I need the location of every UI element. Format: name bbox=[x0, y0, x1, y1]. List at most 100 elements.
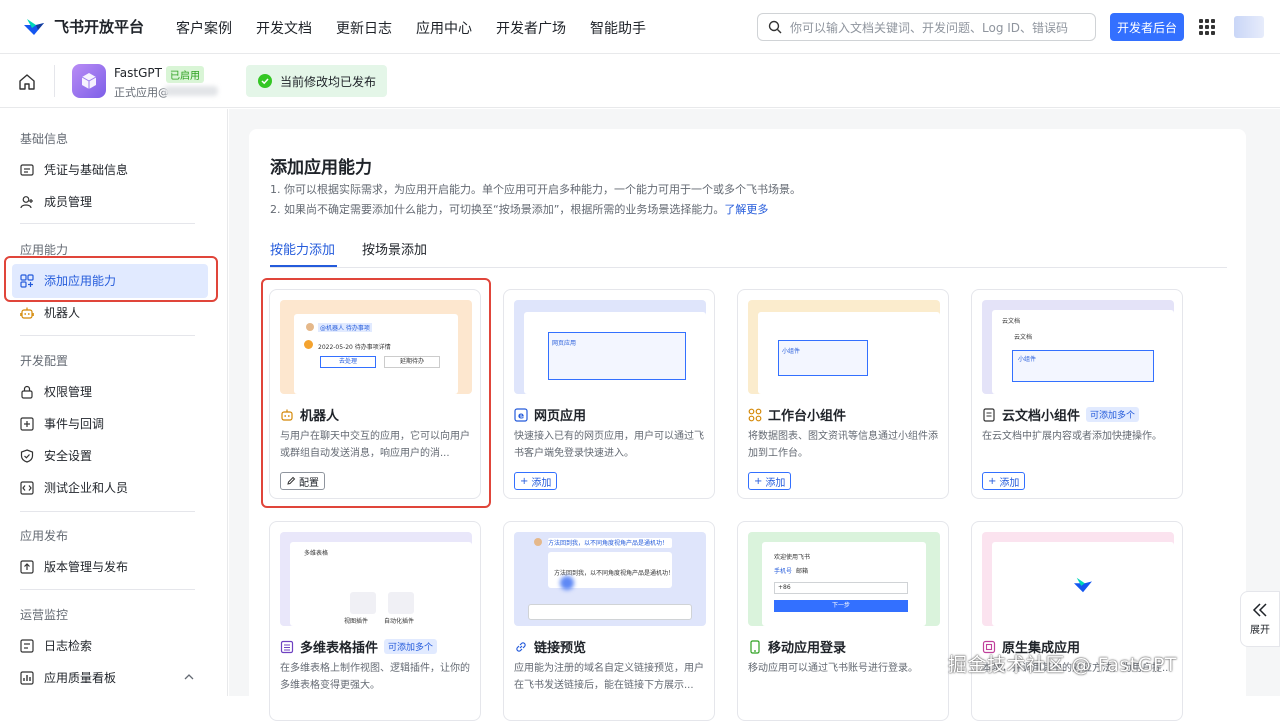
publish-status-text: 当前修改均已发布 bbox=[280, 74, 377, 89]
sidebar-item-add-capability[interactable]: 添加应用能力 bbox=[20, 272, 116, 289]
nav-cases[interactable]: 客户案例 bbox=[176, 18, 232, 38]
preview-view-plugin-tile bbox=[350, 592, 376, 614]
tab-by-scenario[interactable]: 按场景添加 bbox=[362, 239, 427, 258]
sidebar-item-label: 成员管理 bbox=[44, 195, 93, 209]
sidebar-divider bbox=[20, 511, 195, 512]
sidebar-group-monitoring: 运营监控 bbox=[20, 608, 69, 622]
nav-docs[interactable]: 开发文档 bbox=[256, 18, 312, 38]
tab-by-capability[interactable]: 按能力添加 bbox=[270, 239, 335, 258]
capability-card-mobile-login[interactable]: 欢迎使用飞书 手机号 邮箱 +86 下一步 移动应用登录 移动应用可以通过飞书账… bbox=[737, 521, 949, 721]
page-desc-line2: 2. 如果尚不确定需要添加什么能力，可切换至“按场景添加”，根据所需的业务场景选… bbox=[270, 201, 768, 217]
capability-card-workplace-widget[interactable]: 小组件 工作台小组件 将数据图表、图文资讯等信息通过小组件添加到工作台。 + 添… bbox=[737, 289, 949, 499]
sidebar-item-security[interactable]: 安全设置 bbox=[20, 447, 92, 464]
sidebar-item-label: 版本管理与发布 bbox=[44, 560, 129, 574]
card-desc: 移动应用可以通过飞书账号进行登录。 bbox=[748, 663, 918, 674]
id-card-icon bbox=[20, 163, 34, 176]
card-title: 云文档小组件 可添加多个 bbox=[982, 405, 1140, 424]
dev-console-button[interactable]: 开发者后台 bbox=[1110, 13, 1184, 41]
tab-active-indicator bbox=[270, 265, 337, 267]
preview-login-title: 欢迎使用飞书 bbox=[774, 554, 811, 561]
capability-card-base-plugin[interactable]: 多维表格 视图插件 自动化插件 多维表格插件 可添加多个 在多维表格上制作视图、… bbox=[269, 521, 481, 721]
sidebar-item-logs[interactable]: 日志检索 bbox=[20, 637, 92, 654]
dashboard-icon bbox=[20, 670, 34, 685]
watermark: 掘金技术社区 @ FastGPT bbox=[948, 654, 1178, 676]
sidebar-item-robot[interactable]: 机器人 bbox=[20, 304, 80, 321]
publish-status-banner: 当前修改均已发布 bbox=[246, 65, 387, 97]
sidebar-item-label: 凭证与基础信息 bbox=[44, 163, 129, 177]
add-web-app-button[interactable]: + 添加 bbox=[514, 472, 558, 490]
sidebar-item-test-tenants[interactable]: 测试企业和人员 bbox=[20, 479, 128, 496]
multi-add-badge: 可添加多个 bbox=[384, 639, 438, 654]
card-title-text: 工作台小组件 bbox=[768, 409, 847, 424]
web-icon: e bbox=[514, 407, 528, 422]
capability-card-native-app[interactable]: 原生集成应用 本地，并调用其中的对应方法，为用户提... bbox=[971, 521, 1183, 721]
card-title: 移动应用登录 bbox=[748, 637, 846, 656]
sidebar-item-members[interactable]: 成员管理 bbox=[20, 193, 92, 210]
sidebar-item-versions[interactable]: 版本管理与发布 bbox=[20, 558, 128, 575]
preview-widget-label: 小组件 bbox=[782, 348, 801, 355]
preview-cursor-dot bbox=[560, 576, 574, 590]
apps-grid-icon[interactable] bbox=[1199, 19, 1215, 35]
app-status-badge: 已启用 bbox=[166, 66, 204, 83]
card-desc: 应用能为注册的域名自定义链接预览，用户在飞书发送链接后，能在链接下方展示... bbox=[514, 663, 704, 691]
nav-changelog[interactable]: 更新日志 bbox=[336, 18, 392, 38]
plus-icon: + bbox=[988, 475, 997, 487]
nav-dev-square[interactable]: 开发者广场 bbox=[496, 18, 566, 38]
add-doc-widget-button[interactable]: + 添加 bbox=[982, 472, 1026, 490]
header-divider bbox=[54, 65, 55, 97]
test-icon bbox=[20, 480, 34, 495]
sidebar-item-label: 安全设置 bbox=[44, 449, 93, 463]
link-preview-image: 方法回到我，以不同角度视角产品是通机功！ 方法回到我，以不同角度视角产品是通机功… bbox=[514, 532, 706, 626]
sidebar-item-label: 应用质量看板 bbox=[44, 671, 117, 685]
add-button-label: 添加 bbox=[765, 477, 786, 489]
capability-card-link-preview[interactable]: 方法回到我，以不同角度视角产品是通机功！ 方法回到我，以不同角度视角产品是通机功… bbox=[503, 521, 715, 721]
preview-link-banner: 方法回到我，以不同角度视角产品是通机功！ bbox=[548, 538, 672, 548]
check-circle-icon bbox=[258, 74, 272, 88]
card-desc: 在云文档中扩展内容或者添加快捷操作。 bbox=[982, 431, 1162, 442]
sidebar-item-credentials[interactable]: 凭证与基础信息 bbox=[20, 161, 128, 178]
sidebar-item-label: 机器人 bbox=[44, 306, 81, 320]
preview-avatar bbox=[534, 538, 542, 546]
sidebar-item-label: 测试企业和人员 bbox=[44, 481, 129, 495]
top-navbar: 飞书开放平台 客户案例 开发文档 更新日志 应用中心 开发者广场 智能助手 你可… bbox=[0, 0, 1280, 54]
card-desc: 在多维表格上制作视图、逻辑插件，让你的多维表格变得更强大。 bbox=[280, 663, 470, 691]
capability-tabs: 按能力添加 按场景添加 bbox=[270, 239, 1227, 268]
capability-card-doc-widget[interactable]: 云文档 云文档 小组件 云文档小组件 可添加多个 在云文档中扩展内容或者添加快捷… bbox=[971, 289, 1183, 499]
mobile-login-preview-image: 欢迎使用飞书 手机号 邮箱 +86 下一步 bbox=[748, 532, 940, 626]
redacted-app-id bbox=[164, 86, 218, 96]
cube-icon bbox=[81, 73, 97, 89]
preview-table-header: 多维表格 bbox=[304, 550, 329, 557]
sidebar: 基础信息 凭证与基础信息 成员管理 应用能力 添加应用能力 机器人 开发配置 权… bbox=[0, 109, 228, 696]
sidebar-item-permissions[interactable]: 权限管理 bbox=[20, 383, 92, 400]
add-widget-button[interactable]: + 添加 bbox=[748, 472, 792, 490]
grid-add-icon bbox=[20, 273, 34, 288]
add-button-label: 添加 bbox=[999, 477, 1020, 489]
robot-icon bbox=[20, 307, 34, 319]
user-add-icon bbox=[20, 195, 33, 208]
preview-login-phone-field: +86 bbox=[774, 582, 908, 594]
expand-button[interactable]: 展开 bbox=[1240, 591, 1280, 647]
chevron-up-icon[interactable] bbox=[184, 673, 194, 681]
expand-label: 展开 bbox=[1250, 624, 1270, 636]
brand-logo[interactable]: 飞书开放平台 bbox=[22, 16, 144, 37]
home-icon[interactable] bbox=[18, 73, 36, 91]
nav-app-center[interactable]: 应用中心 bbox=[416, 18, 472, 38]
capability-card-web-app[interactable]: 网页应用 e 网页应用 快速接入已有的网页应用，用户可以通过飞书客户端免登录快速… bbox=[503, 289, 715, 499]
multi-add-badge: 可添加多个 bbox=[1086, 407, 1140, 422]
avatar[interactable] bbox=[1234, 16, 1264, 38]
base-plugin-preview-image: 多维表格 视图插件 自动化插件 bbox=[280, 532, 472, 626]
preview-link-reply: 方法回到我，以不同角度视角产品是通机功！ bbox=[554, 570, 670, 577]
search-input[interactable]: 你可以输入文档关键词、开发问题、Log ID、错误码 bbox=[757, 13, 1096, 41]
preview-input-bar bbox=[528, 604, 692, 620]
mobile-icon bbox=[750, 639, 760, 654]
card-title: 工作台小组件 bbox=[748, 405, 846, 424]
web-app-preview-image: 网页应用 bbox=[514, 300, 706, 394]
sidebar-item-quality-dashboard[interactable]: 应用质量看板 bbox=[20, 669, 116, 686]
double-chevron-left-icon bbox=[1252, 602, 1267, 617]
table-icon bbox=[280, 640, 294, 653]
sidebar-item-label: 添加应用能力 bbox=[44, 274, 117, 288]
preview-webapp-label: 网页应用 bbox=[552, 340, 577, 347]
learn-more-link[interactable]: 了解更多 bbox=[724, 203, 768, 216]
sidebar-item-events[interactable]: 事件与回调 bbox=[20, 415, 104, 432]
nav-assistant[interactable]: 智能助手 bbox=[590, 18, 646, 38]
